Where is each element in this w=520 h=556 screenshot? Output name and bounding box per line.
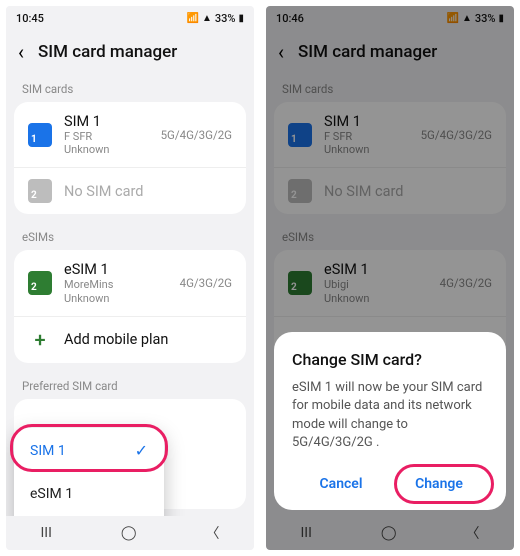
dropdown-sim1[interactable]: SIM 1 ✓ [14,428,164,473]
sim2-title: No SIM card [324,183,492,200]
dropdown-sim1-label: SIM 1 [30,443,66,459]
sim2-icon: 2 [288,179,312,203]
esim1-title: eSIM 1 [64,261,168,278]
status-bar: 10:46 📶 ▲ 33% ▮ [266,6,514,30]
battery-icon: ▮ [498,13,504,24]
nav-home[interactable]: ◯ [381,525,397,541]
sim2-row: 2 No SIM card [14,167,246,214]
dialog-buttons: Cancel Change [292,466,488,502]
esim1-title: eSIM 1 [324,261,428,278]
battery-pct: 33% [215,12,236,25]
sim1-status: Unknown [324,143,369,156]
section-esims: eSIMs [266,224,514,250]
section-preferred: Preferred SIM card [6,373,254,399]
sim1-carrier: F SFR [324,130,352,143]
esim1-icon: 2 [28,271,52,295]
preferred-dropdown: SIM 1 ✓ eSIM 1 Off [14,428,164,516]
nav-back[interactable]: 〈 [205,523,219,543]
section-esims: eSIMs [6,224,254,250]
back-icon[interactable]: ‹ [278,40,284,64]
nav-bar: III ◯ 〈 [266,516,514,550]
esim1-bands: 4G/3G/2G [440,276,492,290]
page-title: SIM card manager [38,42,177,62]
esim1-icon: 2 [288,271,312,295]
simcards-card: 1 SIM 1 F SFR Unknown 5G/4G/3G/2G 2 No S… [274,102,506,214]
status-time: 10:46 [276,12,304,25]
wifi-icon: 📶 [447,13,459,24]
sim1-row[interactable]: 1 SIM 1 F SFR Unknown 5G/4G/3G/2G [274,102,506,167]
sim1-icon: 1 [288,123,312,147]
sim2-icon: 2 [28,179,52,203]
sim1-carrier: F SFR [64,130,92,143]
plus-icon: + [28,328,52,352]
content-scroll[interactable]: SIM cards 1 SIM 1 F SFR Unknown 5G/4G/3G… [6,76,254,516]
check-icon: ✓ [135,441,148,460]
status-time: 10:45 [16,12,44,25]
sim1-bands: 5G/4G/3G/2G [161,128,232,142]
esim1-carrier: MoreMins [64,278,113,291]
phone-right: 10:46 📶 ▲ 33% ▮ ‹ SIM card manager SIM c… [266,6,514,550]
nav-home[interactable]: ◯ [121,525,137,541]
dialog-title: Change SIM card? [292,350,488,369]
battery-pct: 33% [475,12,496,25]
page-title: SIM card manager [298,42,437,62]
esim1-status: Unknown [64,292,109,305]
esim1-row[interactable]: 2 eSIM 1 Ubigi Unknown 4G/3G/2G [274,250,506,315]
nav-back[interactable]: 〈 [465,523,479,543]
sim1-title: SIM 1 [64,113,149,130]
nav-recents[interactable]: III [300,525,311,541]
dropdown-off[interactable]: Off [14,515,164,516]
section-simcards: SIM cards [266,76,514,102]
section-simcards: SIM cards [6,76,254,102]
sim1-title: SIM 1 [324,113,409,130]
add-plan-label: Add mobile plan [64,331,232,348]
esim1-bands: 4G/3G/2G [180,276,232,290]
phone-left: 10:45 📶 ▲ 33% ▮ ‹ SIM card manager SIM c… [6,6,254,550]
signal-icon: ▲ [202,13,212,24]
sim1-bands: 5G/4G/3G/2G [421,128,492,142]
status-right: 📶 ▲ 33% ▮ [447,12,504,25]
back-icon[interactable]: ‹ [18,40,24,64]
esims-card: 2 eSIM 1 MoreMins Unknown 4G/3G/2G + Add… [14,250,246,362]
nav-recents[interactable]: III [40,525,51,541]
simcards-card: 1 SIM 1 F SFR Unknown 5G/4G/3G/2G 2 No S… [14,102,246,214]
dropdown-esim1[interactable]: eSIM 1 [14,473,164,515]
change-sim-dialog: Change SIM card? eSIM 1 will now be your… [274,332,506,510]
sim2-title: No SIM card [64,183,232,200]
cancel-button[interactable]: Cancel [292,466,390,502]
sim2-row: 2 No SIM card [274,167,506,214]
sim1-row[interactable]: 1 SIM 1 F SFR Unknown 5G/4G/3G/2G [14,102,246,167]
wifi-icon: 📶 [187,13,199,24]
add-plan-row[interactable]: + Add mobile plan [14,316,246,363]
app-header: ‹ SIM card manager [266,30,514,76]
sim1-status: Unknown [64,143,109,156]
change-button[interactable]: Change [390,466,488,502]
status-bar: 10:45 📶 ▲ 33% ▮ [6,6,254,30]
esim1-row[interactable]: 2 eSIM 1 MoreMins Unknown 4G/3G/2G [14,250,246,315]
esim1-carrier: Ubigi [324,278,349,291]
battery-icon: ▮ [238,13,244,24]
nav-bar: III ◯ 〈 [6,516,254,550]
esim1-status: Unknown [324,292,369,305]
dialog-body: eSIM 1 will now be your SIM card for mob… [292,379,488,452]
sim1-icon: 1 [28,123,52,147]
status-right: 📶 ▲ 33% ▮ [187,12,244,25]
signal-icon: ▲ [462,13,472,24]
app-header: ‹ SIM card manager [6,30,254,76]
